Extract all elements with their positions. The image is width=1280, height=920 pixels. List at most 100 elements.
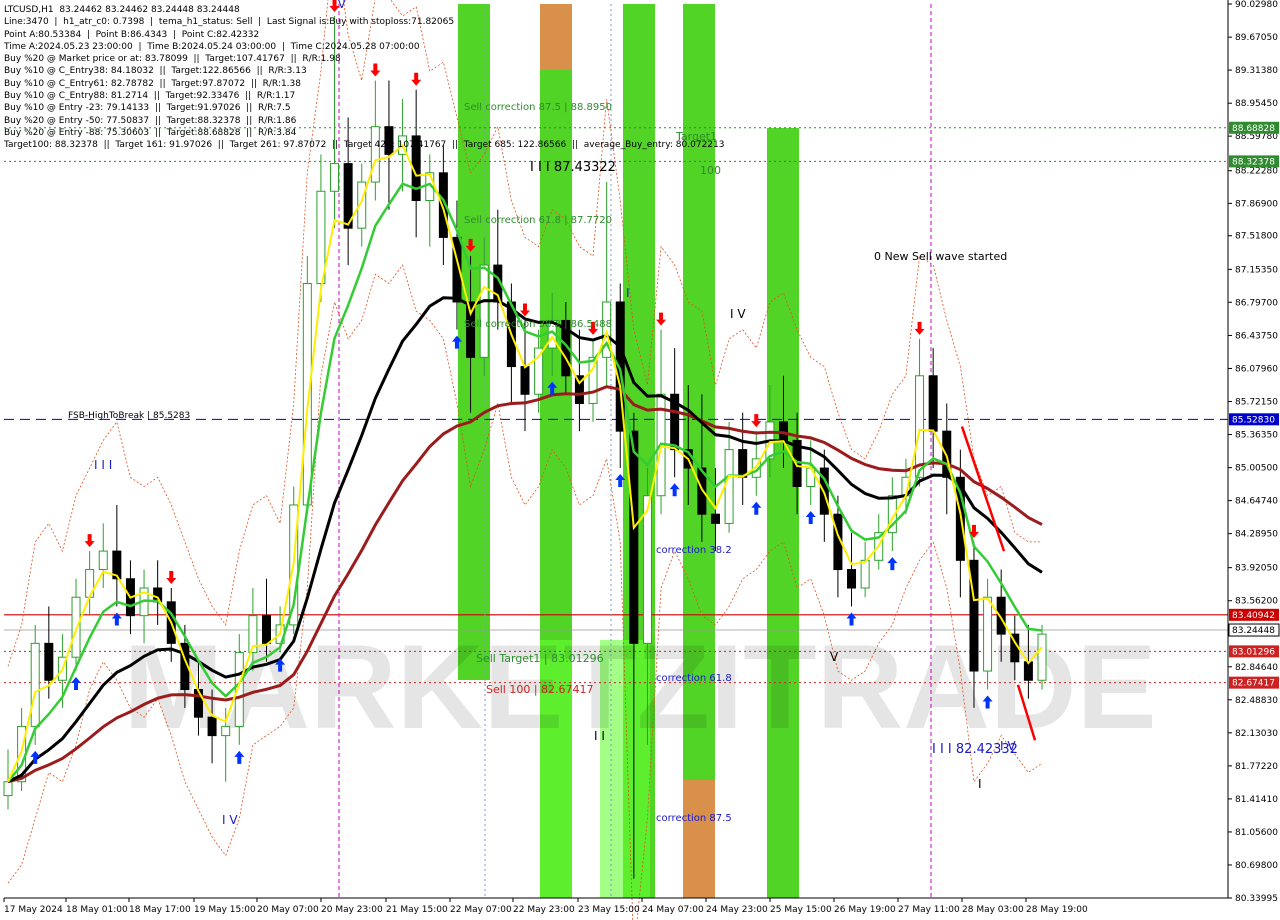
x-tick-label: 28 May 19:00 (1026, 905, 1088, 915)
chart-annotation: I (626, 286, 630, 300)
y-tick-label: 88.95450 (1235, 99, 1278, 109)
candle-body (928, 375, 938, 432)
info-line: Buy %20 @ Market price or at: 83.78099 |… (4, 54, 341, 65)
candle-body (3, 781, 13, 797)
x-tick-label: 27 May 11:00 (898, 905, 960, 915)
candle-body (710, 513, 720, 524)
info-line: Target100: 88.32378 || Target 161: 91.97… (4, 140, 725, 151)
level-price-label: 83.01296 (1232, 647, 1275, 657)
chart-annotation: 100 (700, 164, 721, 177)
info-line: Buy %20 @ Entry -88: 75.30603 || Target:… (4, 127, 297, 138)
y-tick-label: 87.86900 (1235, 199, 1278, 209)
x-tick-label: 23 May 15:00 (578, 905, 640, 915)
chart-annotation: I I I 82.42332 (932, 742, 1018, 757)
candle-body (262, 615, 271, 644)
info-line: Buy %20 @ Entry -50: 77.50837 || Target:… (4, 115, 297, 126)
chart-annotation: I I (594, 729, 605, 743)
x-tick-label: 22 May 23:00 (513, 905, 575, 915)
chart-annotation: FSB-HighToBreak | 85.5283 (68, 411, 190, 421)
candle-body (724, 449, 734, 524)
chart-annotation: I I I (94, 458, 112, 472)
sell-arrow-icon (84, 534, 95, 548)
info-line: Buy %10 @ C_Entry38: 84.18032 || Target:… (4, 66, 307, 77)
y-tick-label: 85.36350 (1235, 431, 1278, 441)
y-tick-label: 86.43750 (1235, 331, 1278, 341)
chart-annotation: V (830, 650, 839, 664)
candle-body (316, 190, 326, 285)
buy-arrow-icon (669, 483, 680, 497)
y-tick-label: 81.05600 (1235, 828, 1278, 838)
sell-arrow-icon (914, 321, 925, 335)
level-price-label: 83.24448 (1232, 626, 1275, 636)
sell-arrow-icon (656, 312, 667, 326)
chart-annotation: 0 New Sell wave started (874, 250, 1007, 263)
candle-body (302, 283, 312, 506)
chart-annotation: Sell 100 | 82.67417 (486, 683, 594, 696)
candle-body (30, 642, 40, 727)
candle-body (738, 449, 748, 478)
buy-arrow-icon (751, 501, 762, 515)
y-tick-label: 90.02980 (1235, 0, 1278, 10)
level-price-label: 88.68828 (1232, 124, 1275, 134)
candle-body (479, 264, 489, 358)
candle-body (330, 163, 340, 192)
y-tick-label: 85.00500 (1235, 464, 1278, 474)
x-tick-label: 22 May 07:00 (450, 905, 512, 915)
time-axis: 17 May 2024 18 May 01:00 18 May 17:00 19 Ma… (3, 898, 1088, 915)
chart-annotation: I V (730, 307, 746, 321)
info-line: Buy %10 @ C_Entry61: 82.78782 || Target:… (4, 78, 301, 89)
green-zone (767, 128, 799, 898)
x-tick-label: 18 May 17:00 (129, 905, 191, 915)
y-tick-label: 88.22280 (1235, 167, 1278, 177)
orange-zone (683, 780, 715, 898)
y-tick-label: 84.28950 (1235, 530, 1278, 540)
level-price-label: 88.32378 (1232, 157, 1275, 167)
candle-body (44, 642, 54, 681)
y-tick-label: 86.79700 (1235, 298, 1278, 308)
chart-annotation: Sell correction 38.2 | 86.5488 (464, 319, 612, 330)
buy-arrow-icon (887, 557, 898, 571)
candle-body (915, 375, 925, 478)
y-tick-label: 87.51800 (1235, 232, 1278, 242)
x-tick-label: 17 May 2024 (4, 905, 63, 915)
y-tick-label: 83.56200 (1235, 597, 1278, 607)
x-tick-label: 26 May 19:00 (834, 905, 896, 915)
candle-body (588, 356, 598, 404)
info-line: Point A:80.53384 | Point B:86.4343 | Poi… (4, 29, 260, 40)
sell-arrow-icon (751, 414, 762, 428)
chart-annotation: Sell Target1 | 83.01296 (476, 652, 604, 665)
info-line: Buy %10 @ Entry -23: 79.14133 || Target:… (4, 103, 291, 114)
chart-annotation: I V (222, 813, 238, 827)
y-tick-label: 84.64740 (1235, 497, 1278, 507)
info-line: Buy %10 @ C_Entry88: 81.2714 || Target:9… (4, 91, 296, 102)
y-tick-label: 82.13030 (1235, 729, 1278, 739)
candle-body (193, 688, 203, 718)
buy-arrow-icon (71, 677, 82, 691)
x-tick-label: 20 May 07:00 (257, 905, 319, 915)
candle-body (520, 366, 530, 395)
x-tick-label: 28 May 03:00 (962, 905, 1024, 915)
candle-body (98, 550, 108, 571)
x-tick-label: 24 May 23:00 (706, 905, 768, 915)
y-tick-label: 86.07960 (1235, 364, 1278, 374)
y-tick-label: 80.69800 (1235, 861, 1278, 871)
candle-body (642, 495, 652, 644)
chart-annotation: correction 87.5 (656, 813, 732, 824)
chart-annotation: Sell correction 61.8 | 87.7720 (464, 215, 612, 226)
x-tick-label: 21 May 15:00 (386, 905, 448, 915)
y-tick-label: 87.15350 (1235, 265, 1278, 275)
y-tick-label: 85.72150 (1235, 397, 1278, 407)
candle-body (629, 430, 639, 644)
y-tick-label: 82.48830 (1235, 696, 1278, 706)
y-tick-label: 89.67050 (1235, 33, 1278, 43)
candle-body (847, 569, 857, 589)
x-tick-label: 20 May 23:00 (321, 905, 383, 915)
candle-body (207, 716, 217, 737)
x-tick-label: 25 May 15:00 (770, 905, 832, 915)
candle-body (860, 559, 870, 589)
buy-arrow-icon (805, 510, 816, 524)
y-tick-label: 80.33995 (1235, 894, 1278, 904)
level-price-label: 82.67417 (1232, 679, 1275, 689)
candle-body (221, 725, 231, 737)
sell-arrow-icon (166, 570, 177, 584)
